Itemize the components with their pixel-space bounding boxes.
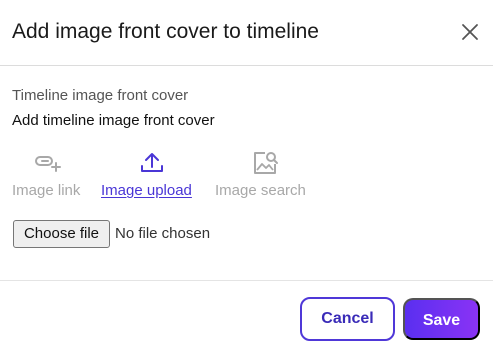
close-icon[interactable] <box>458 20 482 44</box>
footer-divider <box>0 280 493 281</box>
tab-image-link-label: Image link <box>12 182 81 199</box>
save-button[interactable]: Save <box>403 298 480 340</box>
tab-image-link[interactable]: Image link <box>12 150 88 202</box>
section-label: Timeline image front cover <box>12 87 189 104</box>
cancel-button[interactable]: Cancel <box>300 297 395 341</box>
dialog-title: Add image front cover to timeline <box>12 20 319 43</box>
tab-image-search[interactable]: Image search <box>215 150 315 202</box>
upload-icon <box>138 150 166 176</box>
link-add-icon <box>34 150 62 176</box>
tab-image-search-label: Image search <box>215 182 306 199</box>
tab-image-upload-label: Image upload <box>101 182 192 199</box>
dialog-header: Add image front cover to timeline <box>0 0 493 66</box>
section-description: Add timeline image front cover <box>12 112 215 129</box>
tab-image-upload[interactable]: Image upload <box>101 150 201 202</box>
choose-file-button[interactable]: Choose file <box>13 220 110 248</box>
file-status: No file chosen <box>115 225 211 242</box>
image-search-icon <box>251 150 279 176</box>
